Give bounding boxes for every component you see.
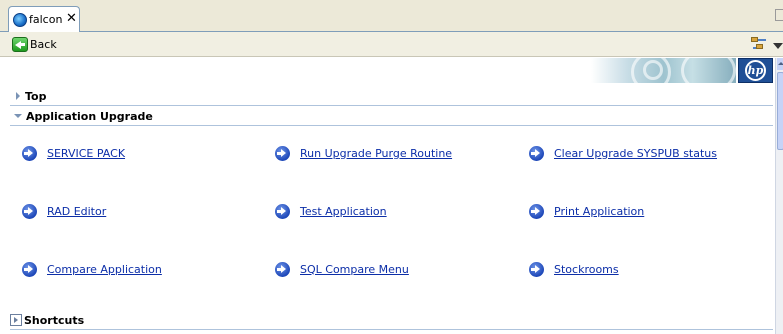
arrow-right-icon xyxy=(275,203,290,219)
arrow-right-icon xyxy=(275,261,290,277)
view-menu-icon[interactable] xyxy=(773,43,783,49)
section-top[interactable]: Top xyxy=(10,86,773,106)
close-icon[interactable]: ✕ xyxy=(66,11,77,26)
restore-window-icon[interactable] xyxy=(775,9,783,21)
arrow-right-icon xyxy=(529,145,544,161)
expand-box-icon xyxy=(10,314,22,326)
section-title: Application Upgrade xyxy=(26,109,153,123)
link-label[interactable]: Test Application xyxy=(300,205,387,218)
link-label[interactable]: Stockrooms xyxy=(554,263,619,276)
arrow-right-icon xyxy=(275,145,290,161)
arrow-right-icon xyxy=(22,145,37,161)
link-run-upgrade-purge-routine[interactable]: Run Upgrade Purge Routine xyxy=(275,144,452,162)
arrow-right-icon xyxy=(22,203,37,219)
section-application-upgrade[interactable]: Application Upgrade xyxy=(10,106,773,126)
back-button[interactable]: Back xyxy=(12,36,57,53)
link-label[interactable]: Compare Application xyxy=(47,263,162,276)
globe-icon xyxy=(13,13,27,27)
browser-toolbar: Back xyxy=(0,32,783,57)
link-label[interactable]: Clear Upgrade SYSPUB status xyxy=(554,147,717,160)
divider xyxy=(10,329,773,330)
link-label[interactable]: Print Application xyxy=(554,205,644,218)
link-print-application[interactable]: Print Application xyxy=(529,202,644,220)
section-shortcuts[interactable]: Shortcuts xyxy=(10,310,773,330)
section-title: Shortcuts xyxy=(24,313,85,327)
arrow-right-icon xyxy=(529,203,544,219)
link-stockrooms[interactable]: Stockrooms xyxy=(529,260,619,278)
link-rad-editor[interactable]: RAD Editor xyxy=(22,202,106,220)
link-sql-compare-menu[interactable]: SQL Compare Menu xyxy=(275,260,409,278)
nautilus-banner-image xyxy=(591,58,736,83)
vertical-scrollbar[interactable] xyxy=(775,58,783,334)
link-label[interactable]: SQL Compare Menu xyxy=(300,263,409,276)
editor-tab-bar: falcon ✕ xyxy=(0,0,783,32)
hp-banner: hp xyxy=(591,58,773,83)
arrow-right-icon xyxy=(529,261,544,277)
arrow-right-icon xyxy=(22,261,37,277)
page-content: hp Top Application Upgrade SERVICE PACK … xyxy=(0,58,775,334)
hp-logo: hp xyxy=(738,58,773,83)
link-compare-application[interactable]: Compare Application xyxy=(22,260,162,278)
expanded-triangle-icon xyxy=(14,114,22,118)
link-label[interactable]: Run Upgrade Purge Routine xyxy=(300,147,452,160)
link-clear-upgrade-syspub-status[interactable]: Clear Upgrade SYSPUB status xyxy=(529,144,717,162)
scroll-up-arrow-icon[interactable] xyxy=(777,58,783,70)
link-test-application[interactable]: Test Application xyxy=(275,202,387,220)
tab-falcon[interactable]: falcon ✕ xyxy=(8,6,80,32)
back-label: Back xyxy=(30,38,57,51)
back-arrow-icon xyxy=(12,37,28,52)
tree-view-icon[interactable] xyxy=(751,36,767,52)
scroll-thumb[interactable] xyxy=(777,72,783,150)
hp-logo-text: hp xyxy=(745,60,766,81)
divider xyxy=(10,125,773,126)
link-label[interactable]: SERVICE PACK xyxy=(47,147,125,160)
tab-label: falcon xyxy=(29,13,63,26)
link-label[interactable]: RAD Editor xyxy=(47,205,106,218)
section-title: Top xyxy=(25,89,47,103)
collapsed-triangle-icon xyxy=(16,92,20,100)
link-service-pack[interactable]: SERVICE PACK xyxy=(22,144,125,162)
